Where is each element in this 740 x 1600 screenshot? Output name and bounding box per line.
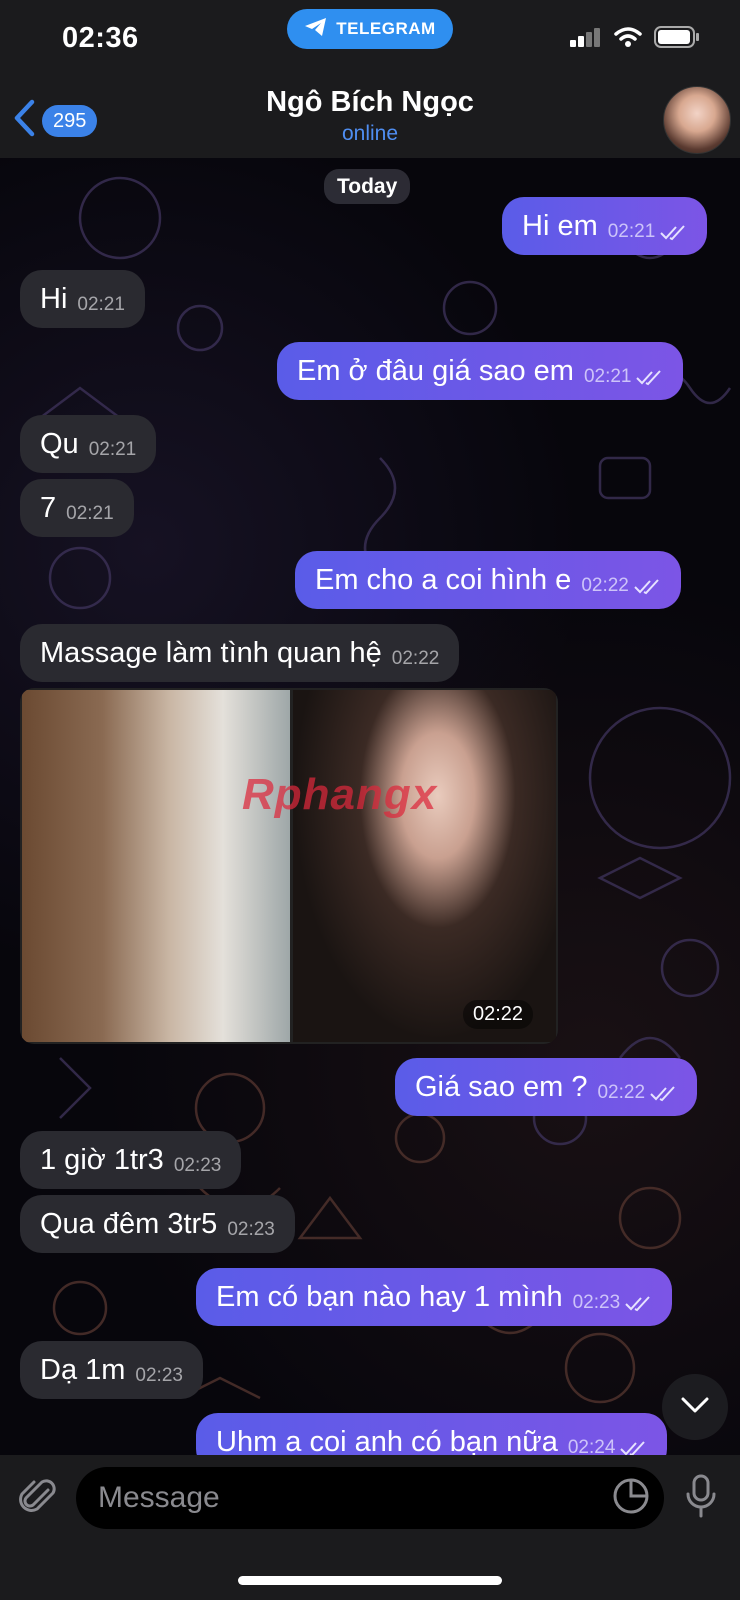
message-bubble-incoming[interactable]: Dạ 1m 02:23	[20, 1341, 203, 1399]
message-text: Qua đêm 3tr5	[40, 1207, 218, 1240]
microphone-icon	[684, 1474, 718, 1522]
message-bubble-incoming[interactable]: Hi 02:21	[20, 270, 145, 328]
message-time: 02:23	[572, 1292, 621, 1313]
photo-album[interactable]	[20, 688, 558, 1044]
photo-1[interactable]	[22, 690, 290, 1042]
double-check-icon	[633, 570, 661, 603]
message-text: 7	[40, 491, 57, 524]
message-text: Em ở đâu giá sao em	[297, 354, 574, 387]
message-text: Qu	[40, 427, 79, 460]
message-bubble-incoming[interactable]: 1 giờ 1tr3 02:23	[20, 1131, 242, 1189]
attach-button[interactable]	[18, 1476, 60, 1523]
contact-status: online	[341, 122, 399, 145]
telegram-pill-label: TELEGRAM	[336, 19, 436, 38]
message-time: 02:22	[597, 1082, 646, 1103]
double-check-icon	[659, 216, 687, 249]
message-text: Massage làm tình quan hệ	[40, 636, 382, 669]
status-icons	[570, 26, 700, 53]
message-time: 02:21	[607, 221, 656, 242]
message-time: 02:21	[583, 366, 632, 387]
double-check-icon	[635, 361, 663, 394]
message-text: Hi	[40, 282, 68, 315]
double-check-icon	[649, 1077, 677, 1110]
message-bubble-outgoing[interactable]: Em ở đâu giá sao em 02:21	[277, 342, 684, 400]
message-time: 02:21	[66, 503, 114, 524]
date-chip: Today	[324, 169, 411, 204]
double-check-icon	[624, 1287, 652, 1320]
message-time: 02:23	[173, 1155, 222, 1176]
message-input[interactable]: Message	[76, 1467, 664, 1529]
message-placeholder: Message	[98, 1481, 220, 1514]
message-time: 02:23	[135, 1365, 183, 1386]
battery-icon	[654, 26, 700, 53]
photo-2[interactable]	[293, 690, 556, 1042]
message-time: 02:21	[77, 294, 125, 315]
chevron-down-icon	[680, 1396, 710, 1419]
telegram-pill[interactable]: TELEGRAM	[287, 9, 453, 49]
album-time: 02:22	[463, 1000, 534, 1029]
wifi-icon	[614, 26, 642, 53]
paperclip-icon	[18, 1479, 60, 1522]
message-time: 02:23	[227, 1219, 275, 1240]
message-time: 02:21	[88, 439, 137, 460]
message-text: Dạ 1m	[40, 1353, 126, 1386]
avatar[interactable]	[663, 86, 731, 154]
message-bubble-outgoing[interactable]: Hi em 02:21	[502, 197, 708, 255]
home-indicator	[238, 1576, 502, 1585]
message-text: Em cho a coi hình e	[315, 563, 572, 596]
message-text: Em có bạn nào hay 1 mình	[216, 1280, 563, 1313]
scroll-down-button[interactable]	[662, 1374, 728, 1440]
message-text: 1 giờ 1tr3	[40, 1143, 164, 1176]
message-text: Hi em	[522, 209, 598, 242]
message-bubble-incoming[interactable]: Qua đêm 3tr5 02:23	[20, 1195, 295, 1253]
message-bubble-incoming[interactable]: Massage làm tình quan hệ 02:22	[20, 624, 460, 682]
message-text: Giá sao em ?	[415, 1070, 588, 1103]
message-bubble-outgoing[interactable]: Em có bạn nào hay 1 mình 02:23	[196, 1268, 673, 1326]
message-time: 02:22	[391, 648, 440, 669]
contact-name[interactable]: Ngô Bích Ngọc	[0, 86, 740, 119]
message-bubble-outgoing[interactable]: Giá sao em ? 02:22	[395, 1058, 698, 1116]
message-bubble-outgoing[interactable]: Em cho a coi hình e 02:22	[295, 551, 681, 609]
watermark: Rphangx	[242, 770, 438, 819]
message-bubble-incoming[interactable]: Qu 02:21	[20, 415, 157, 473]
microphone-button[interactable]	[684, 1474, 718, 1523]
sticker-icon	[612, 1478, 650, 1519]
telegram-icon	[304, 17, 328, 42]
message-time: 02:22	[581, 575, 629, 596]
sticker-button[interactable]	[612, 1477, 650, 1520]
status-time: 02:36	[62, 22, 139, 54]
message-text: Uhm a coi anh có bạn nữa	[216, 1425, 558, 1458]
message-bubble-incoming[interactable]: 7 02:21	[20, 479, 134, 537]
signal-icon	[570, 27, 602, 52]
